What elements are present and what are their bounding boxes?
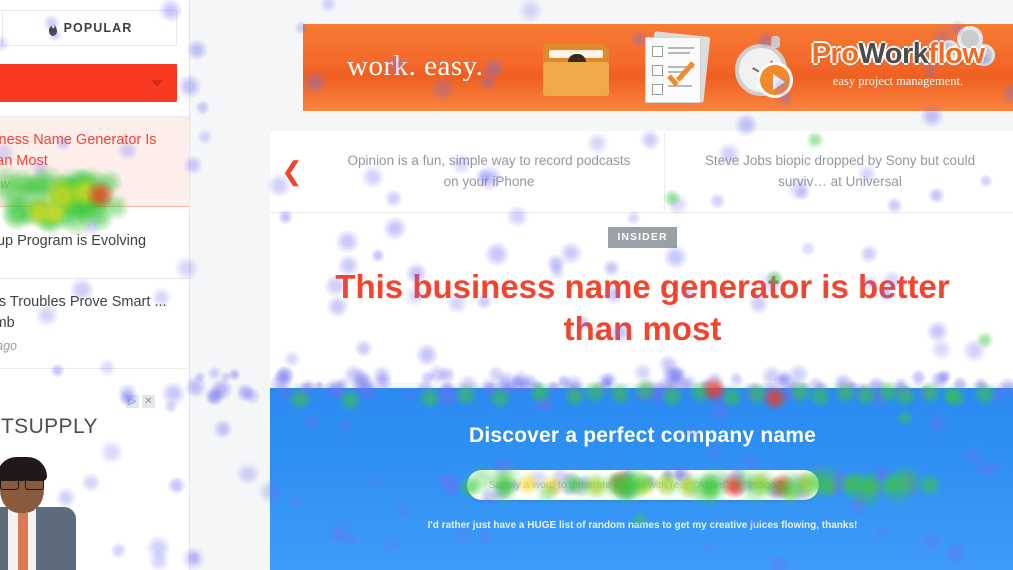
- hero-subtext-link[interactable]: I'd rather just have a HUGE list of rand…: [270, 520, 1013, 531]
- banner-tagline: work. easy.: [347, 50, 484, 82]
- sidebar-article-list: ...siness Name Generator Is ...han Most …: [0, 116, 189, 370]
- heatmap-blob: [197, 129, 214, 146]
- status-badge: INSIDER: [608, 227, 677, 248]
- logo-work: Work: [858, 38, 929, 70]
- heatmap-blob: [204, 388, 223, 407]
- heatmap-blob: [194, 99, 211, 116]
- checklist-document-icon: [641, 31, 713, 104]
- heatmap-blob: [227, 367, 242, 382]
- tab-popular[interactable]: POPULAR: [2, 10, 177, 46]
- sidebar-dropdown-wrap: [0, 58, 189, 116]
- proworkflow-banner-ad[interactable]: work. easy. ProWorkflow easy project man…: [303, 24, 1013, 111]
- heatmap-blob: [205, 385, 226, 406]
- sidebar: POPULAR ...siness Name Generator Is ...h…: [0, 0, 190, 570]
- chevron-left-icon[interactable]: ❮: [270, 131, 314, 212]
- banner-subtitle: easy project management.: [832, 74, 964, 88]
- sidebar-ad[interactable]: ▷ ✕ ...ITSUPPLY: [0, 387, 189, 570]
- flame-icon: [47, 22, 58, 36]
- heatmap-blob: [235, 382, 255, 402]
- main-content: work. easy. ProWorkflow easy project man…: [270, 0, 1013, 570]
- heatmap-blob: [212, 418, 233, 439]
- heatmap-blob: [193, 371, 206, 384]
- logo-pro: Pro: [811, 38, 859, 70]
- chevron-down-icon: [151, 80, 163, 87]
- prev-article-link[interactable]: Opinion is a fun, simple way to record p…: [314, 131, 664, 212]
- ad-photo: [0, 457, 76, 570]
- heatmap-blob: [242, 387, 261, 406]
- hero-title: Discover a perfect company name: [468, 424, 816, 447]
- hero-section: Discover a perfect company name Supply a…: [270, 388, 1013, 570]
- heatmap-blob: [235, 462, 260, 486]
- article-timestamp: ...s ago: [0, 339, 17, 354]
- list-item[interactable]: ...rtup Program is Evolving: [0, 207, 189, 280]
- article-title: ...siness Name Generator Is ...han Most: [0, 132, 157, 170]
- next-article-link[interactable]: Steve Jobs biopic dropped by Sony but co…: [665, 131, 1013, 212]
- sidebar-ad-body: ...ITSUPPLY: [0, 387, 189, 570]
- screenshot-root: POPULAR ...siness Name Generator Is ...h…: [0, 0, 1013, 570]
- company-name-input[interactable]: Supply a word to generate names with (e.…: [466, 470, 819, 500]
- logo-flow: flow: [928, 38, 985, 70]
- article-title: ...g's Troubles Prove Smart ... Dumb: [0, 294, 167, 332]
- article-header: INSIDER This business name generator is …: [270, 213, 1013, 383]
- category-dropdown[interactable]: [0, 64, 177, 102]
- heatmap-blob: [209, 377, 234, 402]
- sidebar-tabs: POPULAR: [0, 0, 189, 58]
- ad-controls: ▷ ✕: [126, 395, 155, 409]
- folder-person-icon: [543, 40, 609, 96]
- adchoices-icon[interactable]: ▷: [126, 395, 139, 409]
- list-item[interactable]: ...g's Troubles Prove Smart ... Dumb ...…: [0, 279, 189, 370]
- tab-popular-label: POPULAR: [63, 21, 133, 35]
- stopwatch-play-icon: [735, 36, 799, 100]
- article-timestamp: ...now: [0, 177, 10, 192]
- company-name-input-placeholder: Supply a word to generate names with (e.…: [488, 479, 784, 491]
- proworkflow-logo: ProWorkflow easy project management.: [803, 38, 993, 100]
- close-icon[interactable]: ✕: [142, 395, 155, 409]
- heatmap-blob: [207, 366, 222, 381]
- article-title: ...rtup Program is Evolving: [0, 233, 147, 250]
- article-nav: ❮ Opinion is a fun, simple way to record…: [270, 131, 1013, 213]
- ad-brand-name: ...ITSUPPLY: [0, 415, 98, 439]
- page-title: This business name generator is better t…: [335, 268, 950, 348]
- list-item[interactable]: ...siness Name Generator Is ...han Most …: [0, 117, 189, 208]
- heatmap-blob: [219, 370, 233, 384]
